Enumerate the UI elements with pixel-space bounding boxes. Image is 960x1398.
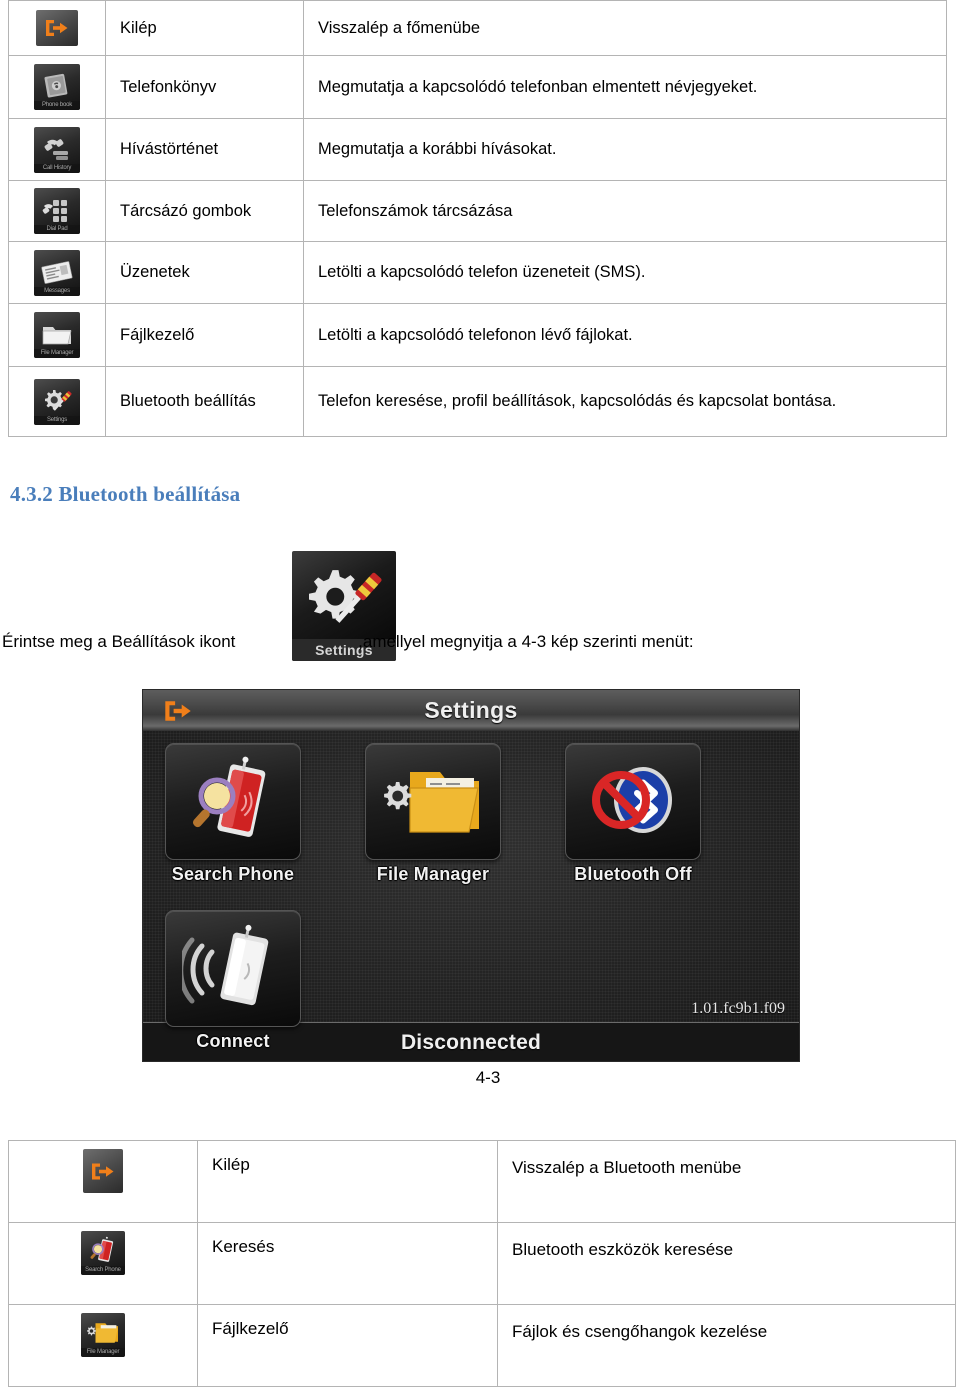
tile-icon-box — [565, 743, 701, 860]
icon-caption: Search Phone — [81, 1266, 125, 1275]
messages-icon: Messages — [34, 249, 80, 296]
table-row: Kilép Visszalép a főmenübe — [8, 0, 947, 56]
feature-table-bluetooth: Kilép Visszalép a Bluetooth menübe Searc… — [8, 1140, 956, 1387]
row-icon-cell: File Manager — [8, 303, 106, 367]
firmware-version: 1.01.fc9b1.f09 — [691, 1000, 785, 1017]
exit-glyph — [36, 10, 78, 46]
row-desc: Telefon keresése, profil beállítások, ka… — [303, 366, 947, 437]
tile-bluetooth-off[interactable]: Bluetooth Off — [565, 743, 701, 885]
row-desc: Bluetooth eszközök keresése — [497, 1222, 956, 1305]
row-icon-cell — [8, 1140, 198, 1223]
section-heading: 4.3.2 Bluetooth beállítása — [10, 482, 241, 506]
row-label: Keresés — [197, 1222, 498, 1305]
row-label: Kilép — [105, 0, 304, 56]
icon-caption: Messages — [34, 286, 80, 296]
tile-icon-box — [165, 743, 301, 860]
tile-connect[interactable]: Connect — [165, 910, 301, 1052]
table-row: File Manager Fájlkezelő Letölti a kapcso… — [8, 303, 947, 367]
row-icon-cell: Call History — [8, 118, 106, 181]
device-body: Search Phone File Manager Bluetooth Off … — [143, 731, 799, 1051]
dial-pad-icon: Dial Pad — [34, 188, 80, 234]
instruction-text-before: Érintse meg a Beállítások ikont — [2, 632, 236, 651]
icon-caption: Settings — [34, 415, 80, 425]
phonebook-icon: Phone book — [34, 64, 80, 110]
row-desc: Visszalép a főmenübe — [303, 0, 947, 56]
table-row: Call History Hívástörténet Megmutatja a … — [8, 118, 947, 181]
row-label: Üzenetek — [105, 241, 304, 304]
row-label: Hívástörténet — [105, 118, 304, 181]
table-row: Search Phone Keresés Bluetooth eszközök … — [8, 1222, 956, 1305]
file-manager-icon: File Manager — [81, 1313, 125, 1357]
exit-icon — [36, 10, 78, 46]
icon-caption: Phone book — [34, 101, 80, 110]
row-desc: Visszalép a Bluetooth menübe — [497, 1140, 956, 1223]
row-icon-cell: Dial Pad — [8, 180, 106, 242]
instruction-paragraph: Érintse meg a Beállítások ikont ,amellye… — [2, 632, 694, 652]
exit-icon — [83, 1149, 123, 1193]
tile-file-manager[interactable]: File Manager — [365, 743, 501, 885]
search-phone-icon — [192, 756, 266, 837]
tile-label: File Manager — [376, 864, 490, 884]
row-label: Bluetooth beállítás — [105, 366, 304, 437]
status-badge: Disconnected — [400, 1031, 542, 1054]
file-manager-icon — [384, 771, 479, 833]
device-screenshot-figure: Settings Search Phone File Manager Bluet… — [142, 689, 800, 1062]
row-desc: Letölti a kapcsolódó telefonon lévő fájl… — [303, 303, 947, 367]
row-desc: Telefonszámok tárcsázása — [303, 180, 947, 242]
row-icon-cell: Phone book — [8, 55, 106, 119]
row-desc: Fájlok és csengőhangok kezelése — [497, 1304, 956, 1387]
feature-table-main: Kilép Visszalép a főmenübe Phone book Te… — [8, 0, 947, 437]
device-header: Settings — [143, 690, 799, 731]
search-phone-icon: Search Phone — [81, 1231, 125, 1275]
row-label: Tárcsázó gombok — [105, 180, 304, 242]
tile-label: Bluetooth Off — [574, 864, 692, 884]
row-label: Fájlkezelő — [197, 1304, 498, 1387]
table-row: Kilép Visszalép a Bluetooth menübe — [8, 1140, 956, 1223]
tile-label: Search Phone — [171, 864, 295, 884]
row-label: Telefonkönyv — [105, 55, 304, 119]
icon-caption: Call History — [34, 163, 80, 173]
row-icon-cell — [8, 0, 106, 56]
table-row: File Manager Fájlkezelő Fájlok és csengő… — [8, 1304, 956, 1387]
exit-glyph — [83, 1149, 123, 1193]
file-manager-icon: File Manager — [34, 312, 80, 358]
row-label: Fájlkezelő — [105, 303, 304, 367]
table-row: Settings Bluetooth beállítás Telefon ker… — [8, 366, 947, 437]
row-label: Kilép — [197, 1140, 498, 1223]
figure-caption-text: 4-3 — [475, 1068, 501, 1087]
table-row: Messages Üzenetek Letölti a kapcsolódó t… — [8, 241, 947, 304]
table-row: Dial Pad Tárcsázó gombok Telefonszámok t… — [8, 180, 947, 242]
icon-caption: File Manager — [34, 349, 80, 358]
tile-search-phone[interactable]: Search Phone — [165, 743, 301, 885]
row-icon-cell: Settings — [8, 366, 106, 437]
tile-icon-box — [365, 743, 501, 860]
tile-icon-box — [165, 910, 301, 1027]
row-desc: Megmutatja a korábbi hívásokat. — [303, 118, 947, 181]
icon-caption: File Manager — [81, 1348, 125, 1357]
settings-icon: Settings — [34, 378, 80, 425]
table-row: Phone book Telefonkönyv Megmutatja a kap… — [8, 55, 947, 119]
row-desc: Letölti a kapcsolódó telefon üzeneteit (… — [303, 241, 947, 304]
row-icon-cell: Search Phone — [8, 1222, 198, 1305]
row-desc: Megmutatja a kapcsolódó telefonban elmen… — [303, 55, 947, 119]
call-history-icon: Call History — [34, 126, 80, 173]
document-page: Kilép Visszalép a főmenübe Phone book Te… — [0, 0, 960, 1398]
tile-label: Connect — [196, 1031, 270, 1051]
figure-caption: 4-3 — [0, 1068, 960, 1088]
bluetooth-off-icon — [592, 766, 672, 833]
connect-icon — [182, 924, 269, 1005]
icon-caption: Dial Pad — [34, 225, 80, 234]
row-icon-cell: Messages — [8, 241, 106, 304]
row-icon-cell: File Manager — [8, 1304, 198, 1387]
device-title: Settings — [424, 697, 518, 723]
instruction-text-after: ,amellyel megnyitja a 4-3 kép szerinti m… — [358, 632, 694, 651]
